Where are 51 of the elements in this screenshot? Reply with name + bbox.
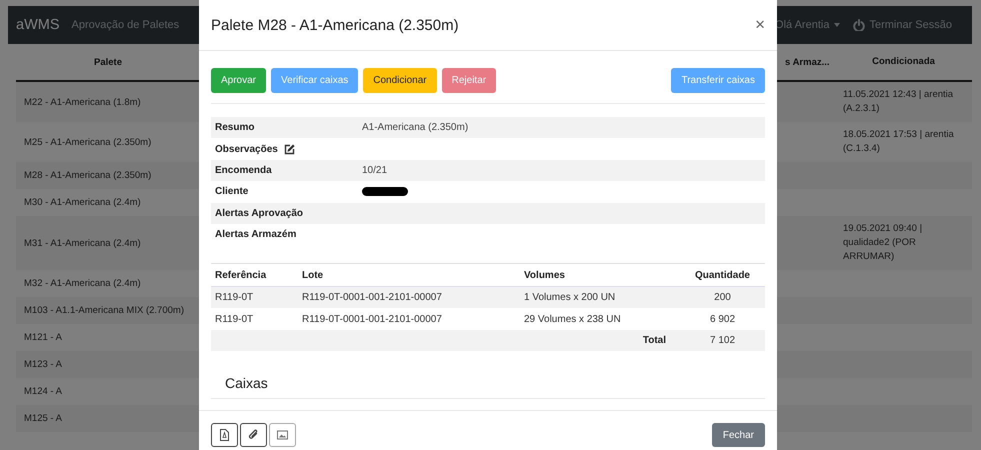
pdf-file-icon: [219, 429, 230, 442]
icon-button[interactable]: [240, 423, 267, 448]
icon-button[interactable]: [211, 423, 238, 448]
table-cell-text: M31 - A1-Americana (2.4m): [23, 236, 142, 250]
paperclip-icon: [248, 429, 259, 442]
column-header: Volumes: [523, 270, 566, 281]
field-label: Alertas Armazém: [215, 229, 296, 240]
brand-link[interactable]: aWMS: [16, 17, 60, 33]
table-cell-text: M123 - A: [23, 358, 64, 372]
field-value: 10/21: [362, 164, 388, 176]
table-cell-text: 1 Volumes x 200 UN: [523, 292, 616, 304]
logout-link[interactable]: Terminar Sessão: [853, 19, 952, 31]
image-icon: [277, 429, 288, 442]
edit-icon[interactable]: [284, 144, 295, 155]
section-title: Caixas: [225, 375, 269, 392]
total-value: 7 102: [708, 335, 736, 346]
field-label: Observações: [215, 144, 278, 155]
action-button[interactable]: Aprovar: [211, 68, 266, 93]
column-header: Palete: [93, 56, 123, 68]
close-button[interactable]: Fechar: [712, 423, 765, 448]
table-cell-text: 18.05.2021 17:53 | arentia (C.1.3.4): [842, 128, 955, 156]
table-cell-text: 6 902: [708, 314, 736, 325]
column-header: Condicionada: [871, 55, 936, 69]
power-icon: [853, 19, 866, 31]
field-label: Encomenda: [215, 164, 272, 176]
close-button[interactable]: ×: [755, 15, 765, 35]
table-cell-text: M103 - A1.1-Americana MIX (2.700m): [23, 304, 185, 318]
nav-link[interactable]: Aprovação de Paletes: [72, 19, 180, 31]
field-label: Cliente: [215, 186, 248, 198]
table-cell-text: R119-0T-0001-001-2101-00007: [301, 292, 443, 304]
column-header: s Armaz...: [785, 56, 831, 68]
total-label: Total: [642, 335, 667, 346]
field-label: Alertas Aprovação: [215, 208, 303, 219]
field-label: Resumo: [215, 122, 254, 134]
table-cell-text: 19.05.2021 09:40 | qualidade2 (POR ARRUMAR): [842, 222, 924, 264]
column-header: Quantidade: [694, 270, 751, 281]
table-cell-text: 11.05.2021 12:43 | arentia (A.2.3.1): [842, 88, 954, 116]
table-cell-text: 29 Volumes x 238 UN: [523, 314, 622, 325]
modal-title: Palete M28 - A1-Americana (2.350m): [211, 16, 460, 34]
table-cell-text: R119-0T-0001-001-2101-00007: [301, 314, 443, 325]
table-cell-text: 200: [713, 292, 732, 304]
field-value: A1-Americana (2.350m): [362, 122, 468, 134]
table-cell-text: R119-0T: [214, 292, 254, 304]
action-button[interactable]: Condicionar: [363, 68, 437, 93]
table-cell-text: M22 - A1-Americana (1.8m): [23, 96, 142, 110]
column-header: Referência: [214, 270, 268, 281]
table-cell-text: R119-0T: [214, 314, 254, 325]
table-cell-text: M125 - A: [23, 412, 64, 426]
column-header: Lote: [301, 270, 324, 281]
caret-icon: [834, 23, 840, 27]
table-cell-text: M28 - A1-Americana (2.350m): [23, 169, 152, 183]
